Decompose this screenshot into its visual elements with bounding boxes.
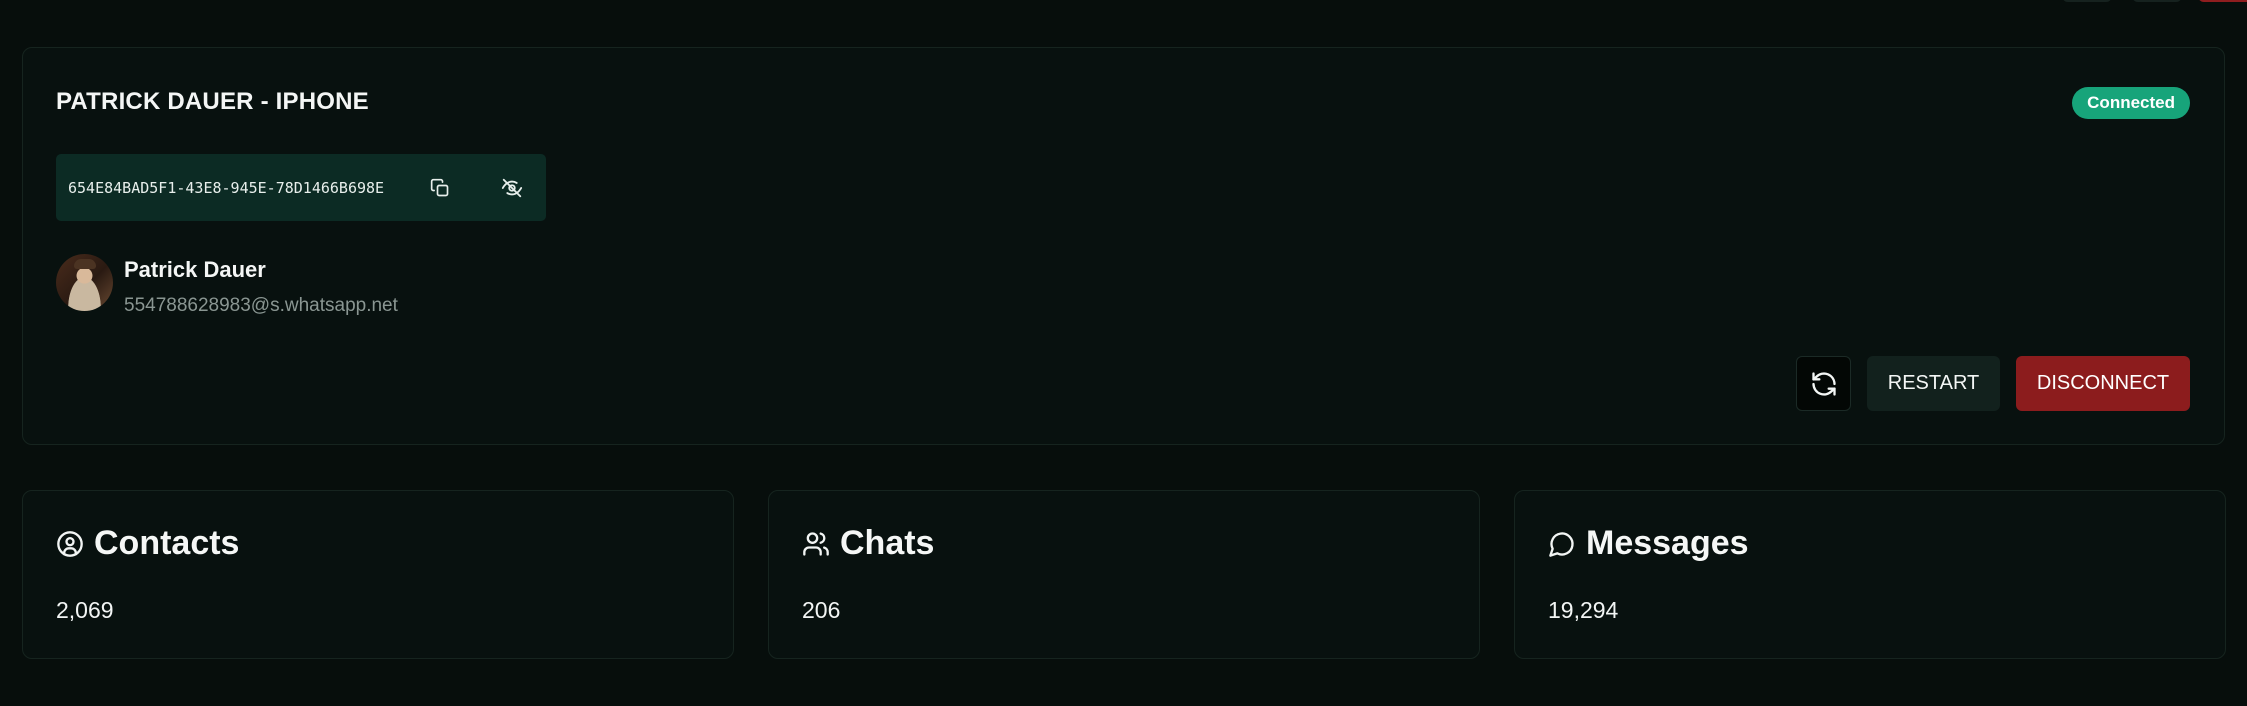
toolbar-button-partial[interactable] — [2132, 0, 2182, 2]
status-badge: Connected — [2072, 87, 2190, 119]
stat-label: Chats — [840, 524, 935, 562]
api-token-value: 654E84BAD5F1-43E8-945E-78D1466B698E — [68, 178, 385, 197]
stat-label: Contacts — [94, 524, 240, 562]
instance-card: PATRICK DAUER - IPHONE Connected 654E84B… — [22, 47, 2225, 445]
api-token-field: 654E84BAD5F1-43E8-945E-78D1466B698E — [56, 154, 546, 221]
stat-card-contacts: Contacts 2,069 — [22, 490, 734, 659]
stat-value: 2,069 — [56, 597, 114, 623]
user-circle-icon — [57, 530, 83, 557]
profile-name: Patrick Dauer — [124, 257, 266, 282]
toolbar-danger-button-partial[interactable] — [2198, 0, 2247, 2]
stat-card-chats: Chats 206 — [768, 490, 1480, 659]
refresh-button[interactable] — [1796, 356, 1851, 411]
profile-info: Patrick Dauer 554788628983@s.whatsapp.ne… — [56, 254, 398, 317]
profile-jid: 554788628983@s.whatsapp.net — [124, 295, 398, 316]
refresh-icon — [1811, 371, 1836, 396]
stat-label: Messages — [1586, 524, 1749, 562]
instance-title: PATRICK DAUER - IPHONE — [56, 88, 369, 115]
instance-actions: RESTART DISCONNECT — [1796, 356, 2190, 411]
message-circle-icon — [1549, 531, 1574, 557]
toolbar-button-partial[interactable] — [2062, 0, 2112, 2]
restart-button[interactable]: RESTART — [1867, 356, 2000, 411]
stat-value: 19,294 — [1548, 597, 1619, 623]
stat-card-messages: Messages 19,294 — [1514, 490, 2226, 659]
users-icon — [803, 531, 829, 556]
eye-off-icon[interactable] — [492, 168, 532, 208]
disconnect-button[interactable]: DISCONNECT — [2016, 356, 2190, 411]
top-toolbar-partial — [1947, 0, 2247, 6]
stat-value: 206 — [802, 597, 841, 623]
avatar — [56, 254, 113, 311]
copy-icon[interactable] — [420, 168, 460, 208]
